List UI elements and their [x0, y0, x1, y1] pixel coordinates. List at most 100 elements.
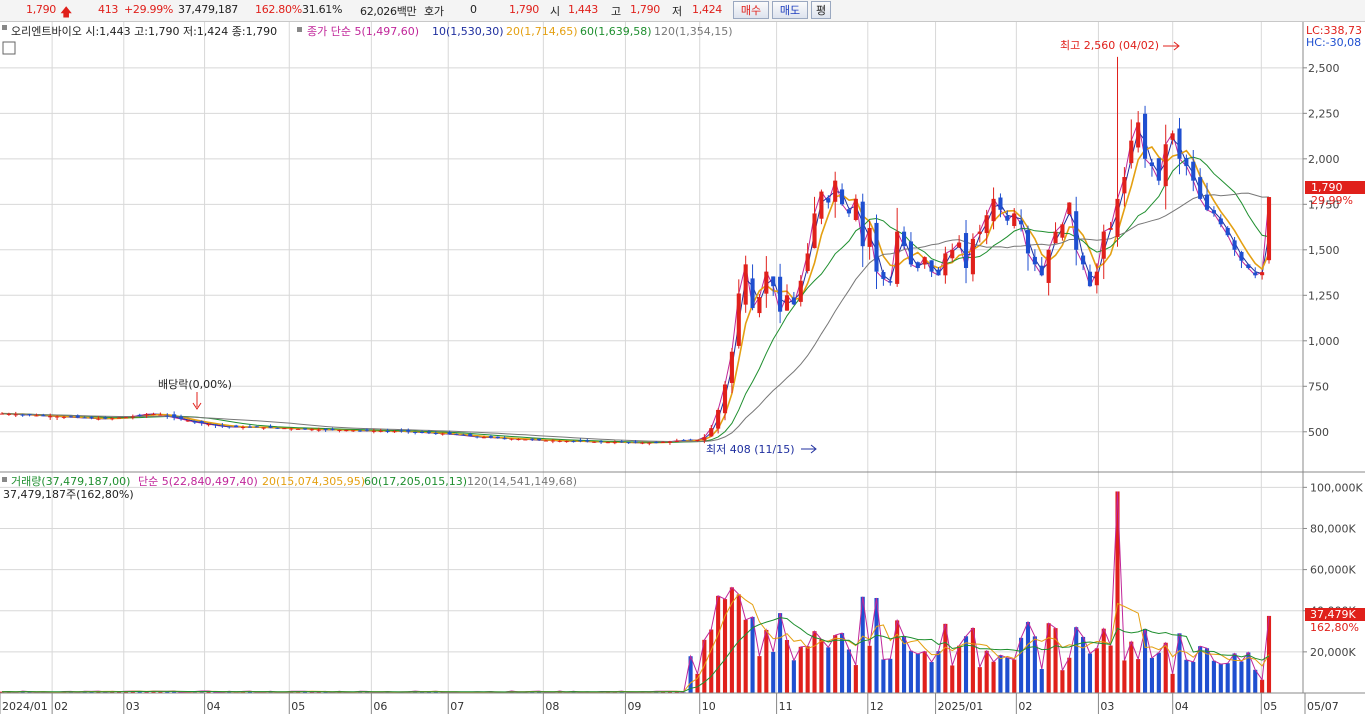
- candle-body: [599, 441, 604, 443]
- candle-body: [495, 436, 500, 438]
- volume-bar: [1005, 657, 1010, 693]
- candle-body: [220, 425, 225, 427]
- candle-body: [55, 416, 60, 418]
- candle-body: [89, 417, 94, 419]
- candle-body: [20, 414, 25, 416]
- candle-body: [261, 427, 266, 429]
- volume-ratio: 162.80%: [255, 3, 302, 16]
- candle-body: [1094, 271, 1099, 286]
- current-price: 1,790: [26, 3, 56, 16]
- candle-body: [34, 415, 39, 417]
- legend-ma5: 종가 단순 5(1,497,60): [307, 25, 419, 38]
- price-tick-label: 2,000: [1308, 153, 1340, 166]
- candle-body: [461, 434, 466, 436]
- hoga-label: 호가: [424, 5, 444, 18]
- volume-tick-label: 100,000K: [1310, 481, 1363, 494]
- candle-body: [571, 441, 576, 443]
- candle-body: [550, 440, 555, 442]
- high-value: 1,790: [630, 3, 660, 16]
- candle-body: [151, 413, 156, 415]
- price-legend-stock: 오리엔트바이오 시:1,443 고:1,790 저:1,424 종:1,790: [11, 25, 277, 38]
- x-tick-label: 11: [779, 700, 793, 713]
- candle-body: [392, 431, 397, 433]
- buy-button[interactable]: 매수: [733, 1, 769, 19]
- candle-body: [860, 201, 865, 247]
- candle-body: [633, 441, 638, 443]
- candle-body: [963, 233, 969, 269]
- candle-body: [426, 431, 431, 433]
- volume-bar: [757, 656, 762, 693]
- candle-body: [337, 429, 342, 431]
- candle-body: [344, 429, 349, 432]
- hoga-price: 1,790: [509, 3, 539, 16]
- candle-body: [1218, 218, 1223, 225]
- x-tick-label: 03: [1100, 700, 1114, 713]
- stock-chart[interactable]: 2,500 2,250 2,000 1,750 1,500 1,250 1,000 750 50…: [0, 22, 1365, 714]
- price-tag: 1,790: [1311, 181, 1343, 194]
- candle-body: [1012, 213, 1017, 226]
- legend-marker-icon: [2, 25, 7, 30]
- candle-body: [110, 418, 115, 420]
- candle-body: [488, 436, 493, 438]
- chart-svg[interactable]: 2,5002,2502,0001,7501,5001,2501,00075050…: [0, 22, 1365, 714]
- candle-body: [406, 429, 411, 432]
- sell-button[interactable]: 매도: [772, 1, 808, 19]
- candle-body: [61, 416, 67, 418]
- volume-legend-title: 거래량(37,479,187,00): [11, 475, 130, 488]
- candle-body: [41, 415, 46, 417]
- volume-tag: 37,479K: [1310, 608, 1356, 621]
- candle-body: [172, 414, 177, 418]
- candle-body: [475, 436, 480, 438]
- candle-body: [48, 416, 53, 418]
- volume-bar: [826, 647, 831, 693]
- candle-body: [289, 428, 294, 430]
- candle-body: [481, 437, 487, 439]
- candle-body: [206, 424, 211, 426]
- candle-body: [144, 414, 149, 416]
- volume-bar: [840, 633, 845, 693]
- candle-body: [268, 426, 273, 428]
- volume-bar: [1149, 657, 1154, 693]
- candle-body: [117, 417, 122, 419]
- candle-body: [1122, 177, 1127, 194]
- x-tick-label: 04: [1175, 700, 1189, 713]
- x-tick-label: 04: [207, 700, 221, 713]
- x-tick-label: 05: [291, 700, 305, 713]
- volume-bar: [867, 645, 872, 693]
- volume-value: 37,479,187: [178, 3, 238, 16]
- candle-body: [743, 264, 748, 305]
- eval-button[interactable]: 평: [811, 1, 831, 19]
- candle-body: [502, 438, 507, 440]
- candle-body: [123, 417, 129, 419]
- price-change-pct: +29.99%: [124, 3, 174, 16]
- volume-tick-label: 20,000K: [1310, 646, 1356, 659]
- candle-body: [826, 198, 831, 203]
- candle-body: [213, 424, 218, 426]
- volume-bar: [1074, 627, 1079, 693]
- candle-body: [1074, 211, 1079, 250]
- candle-body: [977, 231, 982, 234]
- candle-body: [950, 249, 955, 259]
- candle-body: [96, 418, 101, 420]
- volume-bar: [1225, 663, 1230, 693]
- price-tick-label: 2,500: [1308, 62, 1340, 75]
- volume-bar: [771, 651, 776, 693]
- volume-bar: [716, 595, 721, 693]
- price-tick-label: 500: [1308, 426, 1329, 439]
- grid-toggle-icon[interactable]: [2, 41, 16, 55]
- candle-body: [137, 414, 142, 416]
- candle-body: [371, 430, 376, 432]
- candle-body: [929, 260, 934, 272]
- candle-body: [234, 425, 239, 428]
- candle-body: [784, 295, 790, 311]
- candle-body: [523, 439, 528, 441]
- candle-body: [867, 227, 872, 247]
- volume-bar: [1025, 622, 1031, 693]
- candle-body: [908, 241, 913, 265]
- candle-body: [626, 442, 631, 444]
- candle-body: [1067, 202, 1072, 215]
- candle-body: [1046, 249, 1051, 283]
- candle-body: [75, 415, 80, 418]
- volume-current: 37,479,187주(162,80%): [3, 488, 134, 501]
- legend-marker-icon: [2, 477, 7, 482]
